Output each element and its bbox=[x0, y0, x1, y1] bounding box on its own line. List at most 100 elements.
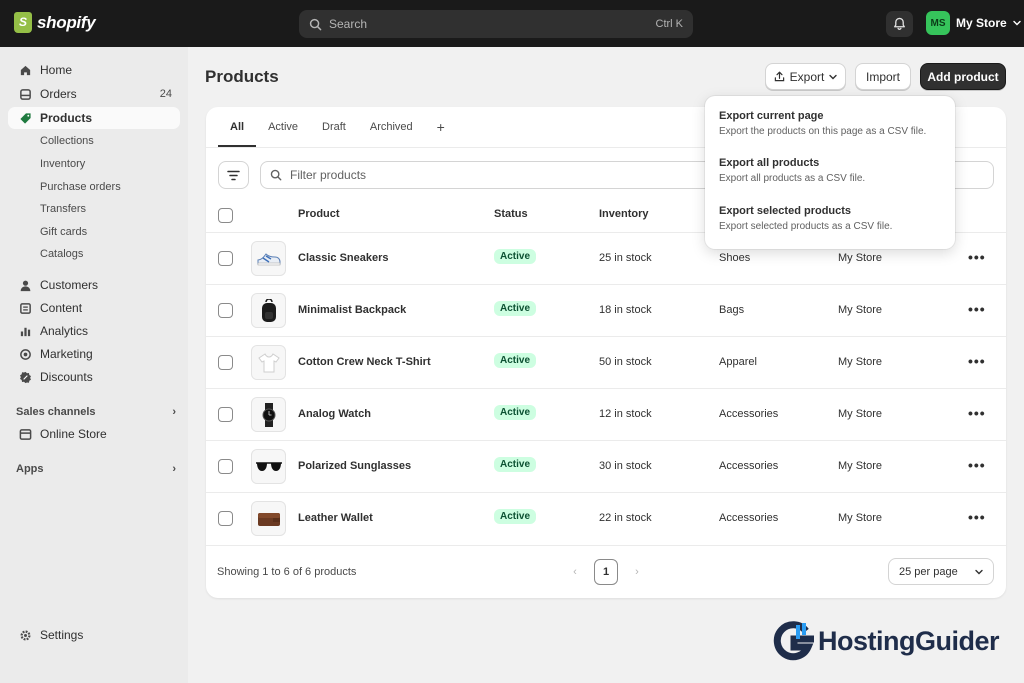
more-actions-button[interactable]: ••• bbox=[968, 353, 986, 369]
product-name[interactable]: Leather Wallet bbox=[298, 512, 373, 524]
option-title: Export selected products bbox=[719, 205, 852, 217]
column-header-status[interactable]: Status bbox=[494, 208, 528, 220]
export-button[interactable]: Export bbox=[765, 63, 846, 90]
sidebar-item-label: Marketing bbox=[40, 347, 93, 361]
apps-section[interactable]: Apps › bbox=[16, 463, 176, 475]
row-checkbox[interactable] bbox=[218, 303, 233, 318]
tab-active[interactable]: Active bbox=[256, 107, 310, 147]
option-title: Export current page bbox=[719, 110, 824, 122]
sidebar-item-products[interactable]: Products bbox=[8, 107, 180, 129]
inventory-value: 22 in stock bbox=[599, 512, 652, 524]
more-actions-button[interactable]: ••• bbox=[968, 509, 986, 525]
filter-button[interactable] bbox=[218, 161, 249, 189]
sidebar-item-label: Discounts bbox=[40, 370, 93, 384]
sidebar-item-marketing[interactable]: Marketing bbox=[8, 343, 180, 365]
sidebar-item-label: Content bbox=[40, 301, 83, 315]
add-view-button[interactable]: + bbox=[425, 107, 457, 147]
column-header-product[interactable]: Product bbox=[298, 208, 340, 220]
sidebar-subitem-purchase-orders[interactable]: Purchase orders bbox=[40, 181, 121, 193]
row-checkbox[interactable] bbox=[218, 251, 233, 266]
sidebar-subitem-collections[interactable]: Collections bbox=[40, 135, 94, 147]
option-description: Export selected products as a CSV file. bbox=[719, 221, 893, 232]
sidebar-item-label: Settings bbox=[40, 628, 84, 642]
tab-archived[interactable]: Archived bbox=[358, 107, 425, 147]
row-checkbox[interactable] bbox=[218, 355, 233, 370]
sales-channels-section[interactable]: Sales channels › bbox=[16, 406, 176, 418]
row-checkbox[interactable] bbox=[218, 511, 233, 526]
option-title: Export all products bbox=[719, 157, 820, 169]
table-row[interactable]: Minimalist Backpack Active 18 in stock B… bbox=[206, 284, 1006, 336]
home-icon bbox=[18, 63, 32, 77]
next-page-button[interactable]: › bbox=[625, 559, 649, 585]
product-type: Apparel bbox=[719, 356, 757, 368]
product-name[interactable]: Analog Watch bbox=[298, 408, 371, 420]
row-checkbox[interactable] bbox=[218, 459, 233, 474]
status-badge: Active bbox=[494, 457, 537, 472]
tab-draft[interactable]: Draft bbox=[310, 107, 358, 147]
backpack-icon bbox=[251, 293, 286, 328]
tshirt-icon bbox=[251, 345, 286, 380]
sidebar-item-label: Home bbox=[40, 63, 73, 77]
sidebar-item-orders[interactable]: Orders 24 bbox=[8, 83, 180, 105]
search-input[interactable]: Search Ctrl K bbox=[299, 10, 693, 38]
sidebar-subitem-catalogs[interactable]: Catalogs bbox=[40, 248, 83, 260]
row-checkbox[interactable] bbox=[218, 407, 233, 422]
inventory-value: 25 in stock bbox=[599, 252, 652, 264]
shopify-logo[interactable]: shopify bbox=[14, 12, 96, 33]
sidebar-item-content[interactable]: Content bbox=[8, 297, 180, 319]
table-row[interactable]: Leather Wallet Active 22 in stock Access… bbox=[206, 492, 1006, 544]
sidebar-subitem-gift-cards[interactable]: Gift cards bbox=[40, 226, 87, 238]
vendor: My Store bbox=[838, 512, 883, 524]
product-name[interactable]: Cotton Crew Neck T-Shirt bbox=[298, 356, 431, 368]
sidebar-subitem-inventory[interactable]: Inventory bbox=[40, 158, 85, 170]
table-row[interactable]: Polarized Sunglasses Active 30 in stock … bbox=[206, 440, 1006, 492]
add-product-button[interactable]: Add product bbox=[920, 63, 1006, 90]
more-actions-button[interactable]: ••• bbox=[968, 301, 986, 317]
column-header-inventory[interactable]: Inventory bbox=[599, 208, 649, 220]
option-description: Export all products as a CSV file. bbox=[719, 173, 866, 184]
store-menu-button[interactable]: MS My Store bbox=[926, 11, 1021, 35]
status-badge: Active bbox=[494, 509, 537, 524]
sidebar-item-home[interactable]: Home bbox=[8, 59, 180, 81]
more-actions-button[interactable]: ••• bbox=[968, 405, 986, 421]
table-row[interactable]: Cotton Crew Neck T-Shirt Active 50 in st… bbox=[206, 336, 1006, 388]
export-all-products-option[interactable]: Export all products Export all products … bbox=[719, 157, 947, 184]
product-name[interactable]: Minimalist Backpack bbox=[298, 304, 406, 316]
sidebar-item-label: Products bbox=[40, 111, 93, 125]
top-bar: shopify Search Ctrl K MS My Store bbox=[0, 0, 1024, 47]
tab-all[interactable]: All bbox=[218, 107, 257, 147]
export-label: Export bbox=[789, 69, 825, 84]
sidebar-item-online-store[interactable]: Online Store bbox=[8, 423, 180, 445]
sales-channels-label: Sales channels bbox=[16, 406, 96, 418]
product-name[interactable]: Classic Sneakers bbox=[298, 252, 389, 264]
export-dropdown-menu: Export current page Export the products … bbox=[705, 96, 955, 249]
table-row[interactable]: Analog Watch Active 12 in stock Accessor… bbox=[206, 388, 1006, 440]
per-page-select[interactable]: 25 per page bbox=[888, 558, 994, 585]
notifications-button[interactable] bbox=[886, 11, 913, 37]
sidebar-subitem-transfers[interactable]: Transfers bbox=[40, 203, 86, 215]
product-type: Accessories bbox=[719, 460, 779, 472]
person-icon bbox=[18, 278, 32, 292]
watch-icon bbox=[251, 397, 286, 432]
tabs: All Active Draft Archived + bbox=[218, 107, 457, 147]
export-selected-products-option[interactable]: Export selected products Export selected… bbox=[719, 205, 947, 232]
product-type: Accessories bbox=[719, 512, 779, 524]
sidebar-item-analytics[interactable]: Analytics bbox=[8, 320, 180, 342]
watermark-text: HostingGuider bbox=[818, 625, 1000, 656]
option-description: Export the products on this page as a CS… bbox=[719, 126, 927, 137]
select-all-checkbox[interactable] bbox=[218, 208, 233, 223]
more-actions-button[interactable]: ••• bbox=[968, 249, 986, 265]
product-name[interactable]: Polarized Sunglasses bbox=[298, 460, 411, 472]
product-type: Bags bbox=[719, 304, 745, 316]
sidebar-item-label: Customers bbox=[40, 278, 99, 292]
page-number-button[interactable]: 1 bbox=[594, 559, 618, 585]
more-actions-button[interactable]: ••• bbox=[968, 457, 986, 473]
sidebar-item-customers[interactable]: Customers bbox=[8, 274, 180, 296]
import-button[interactable]: Import bbox=[855, 63, 911, 90]
sidebar-item-settings[interactable]: Settings bbox=[8, 624, 180, 646]
sidebar-item-discounts[interactable]: Discounts bbox=[8, 366, 180, 388]
orders-icon bbox=[18, 87, 32, 101]
logo-text: shopify bbox=[37, 12, 96, 32]
export-current-page-option[interactable]: Export current page Export the products … bbox=[719, 110, 947, 137]
prev-page-button[interactable]: ‹ bbox=[563, 559, 587, 585]
